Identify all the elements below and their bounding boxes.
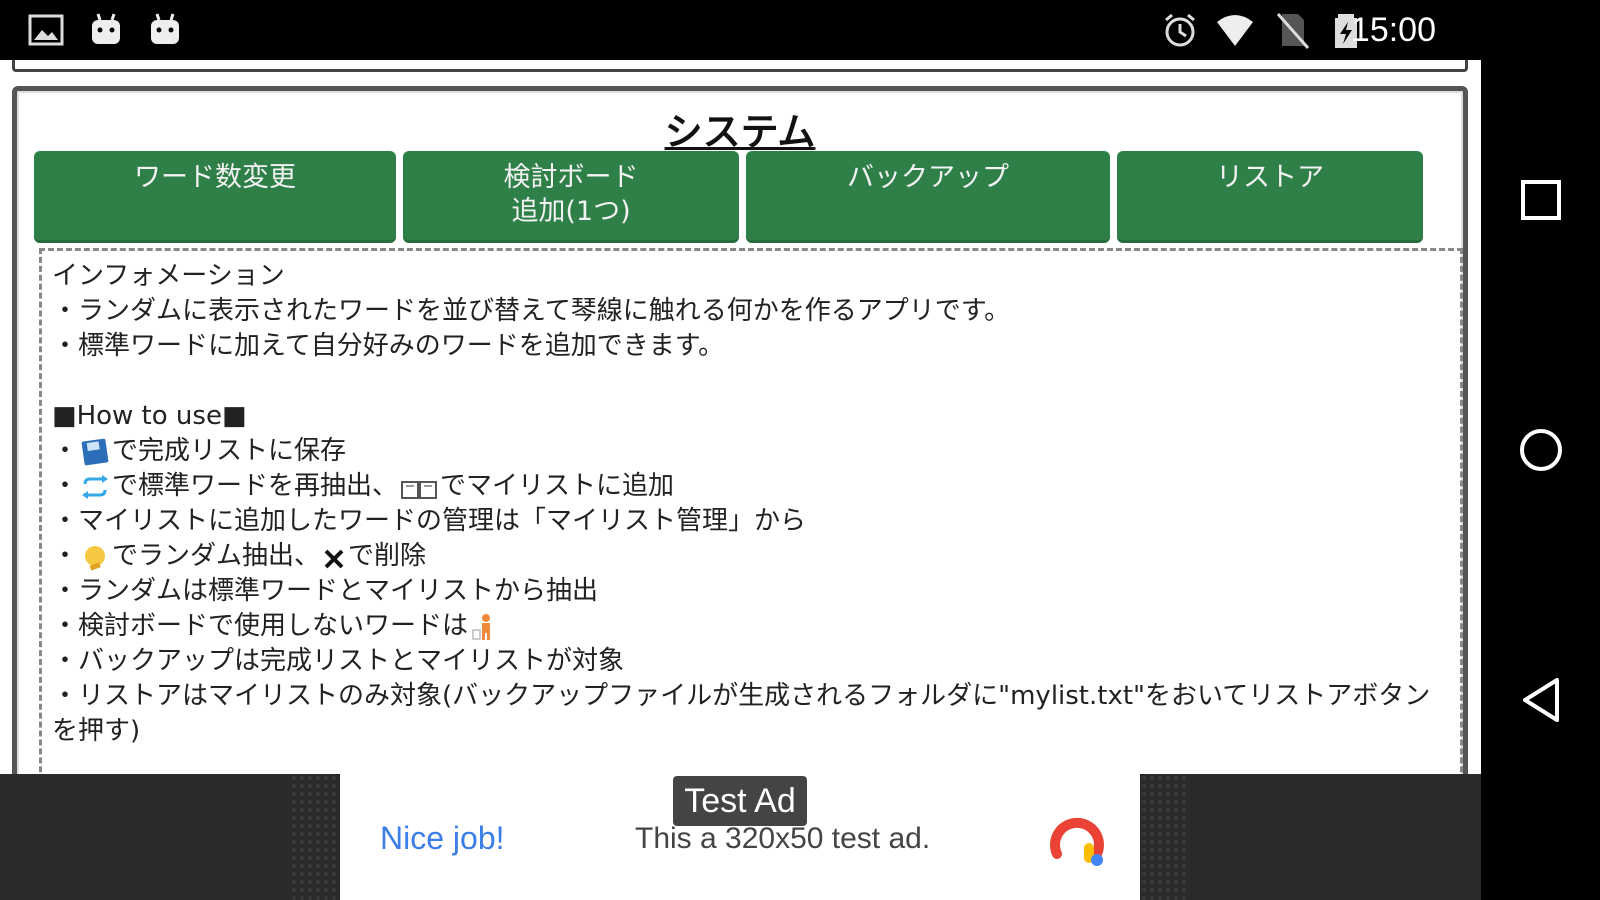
ad-pattern-left [290,774,340,900]
lightbulb-icon [85,545,106,571]
ad-headline[interactable]: Nice job! [380,820,505,857]
alarm-icon [1165,13,1195,47]
android-icon [151,13,179,44]
howto-reroll-text: で標準ワードを再抽出、 [112,471,399,501]
ad-label: Test Ad [673,776,807,826]
howto-save-text: で完成リストに保存 [112,436,347,466]
delete-icon [324,549,344,568]
howto-reroll-line: ・ で標準ワードを再抽出、 でマイリストに追加 [52,469,1450,504]
add-review-board-button[interactable]: 検討ボード 追加(1つ) [403,151,739,243]
ad-pattern-right [1140,774,1190,900]
bullet: ・ [52,541,79,571]
information-box: インフォメーション ・ランダムに表示されたワードを並び替えて琴線に触れる何かを作… [39,248,1463,774]
info-intro-2: ・標準ワードに加えて自分好みのワードを追加できます。 [52,331,725,361]
info-intro-1: ・ランダムに表示されたワードを並び替えて琴線に触れる何かを作るアプリです。 [52,296,1011,326]
howto-unused-line: ・検討ボードで使用しないワードは [52,609,1450,644]
backup-button[interactable]: バックアップ [746,151,1110,243]
howto-random-source: ・ランダムは標準ワードとマイリストから抽出 [52,576,599,606]
refresh-icon [82,474,109,499]
howto-random-line: ・ でランダム抽出、 で削除 [52,539,1450,574]
howto-random-text: でランダム抽出、 [112,541,321,571]
android-icon [92,13,120,44]
bullet: ・ [52,471,79,501]
status-bar: 15:00 [0,0,1481,60]
howto-heading: ■How to use■ [52,401,247,431]
navigation-bar [1481,0,1600,900]
image-icon [28,14,64,46]
panel-title: システム [664,110,816,154]
howto-mylist-manage: ・マイリストに追加したワードの管理は「マイリスト管理」から [52,506,807,536]
back-button[interactable] [1501,660,1581,740]
person-icon [472,613,491,640]
app-content: システム ワード数変更 検討ボード 追加(1つ) バックアップ リストア インフ… [0,60,1481,774]
info-heading: インフォメーション [52,261,285,291]
howto-save-line: ・ で完成リストに保存 [52,434,1450,469]
change-word-count-button[interactable]: ワード数変更 [34,151,396,243]
restore-button[interactable]: リストア [1117,151,1423,243]
previous-panel-edge [12,60,1468,72]
no-sim-icon [1276,13,1310,49]
howto-unused-text: ・検討ボードで使用しないワードは [52,611,469,641]
recents-button[interactable] [1501,160,1581,240]
howto-delete-text: で削除 [348,541,427,571]
status-time: 15:00 [1350,11,1436,49]
book-icon [401,480,438,499]
ad-description[interactable]: This a 320x50 test ad. [635,822,930,856]
howto-restore-target: ・リストアはマイリストのみ対象(バックアップファイルが生成されるフォルダに"my… [52,681,1431,746]
wifi-icon [1217,15,1253,46]
ad-logo-icon[interactable] [1045,808,1109,872]
home-button[interactable] [1501,410,1581,490]
save-icon [81,438,109,465]
bullet: ・ [52,436,79,466]
howto-add-mylist-text: でマイリストに追加 [440,471,675,501]
system-panel: システム ワード数変更 検討ボード 追加(1つ) バックアップ リストア インフ… [12,86,1468,774]
howto-backup-target: ・バックアップは完成リストとマイリストが対象 [52,646,625,676]
